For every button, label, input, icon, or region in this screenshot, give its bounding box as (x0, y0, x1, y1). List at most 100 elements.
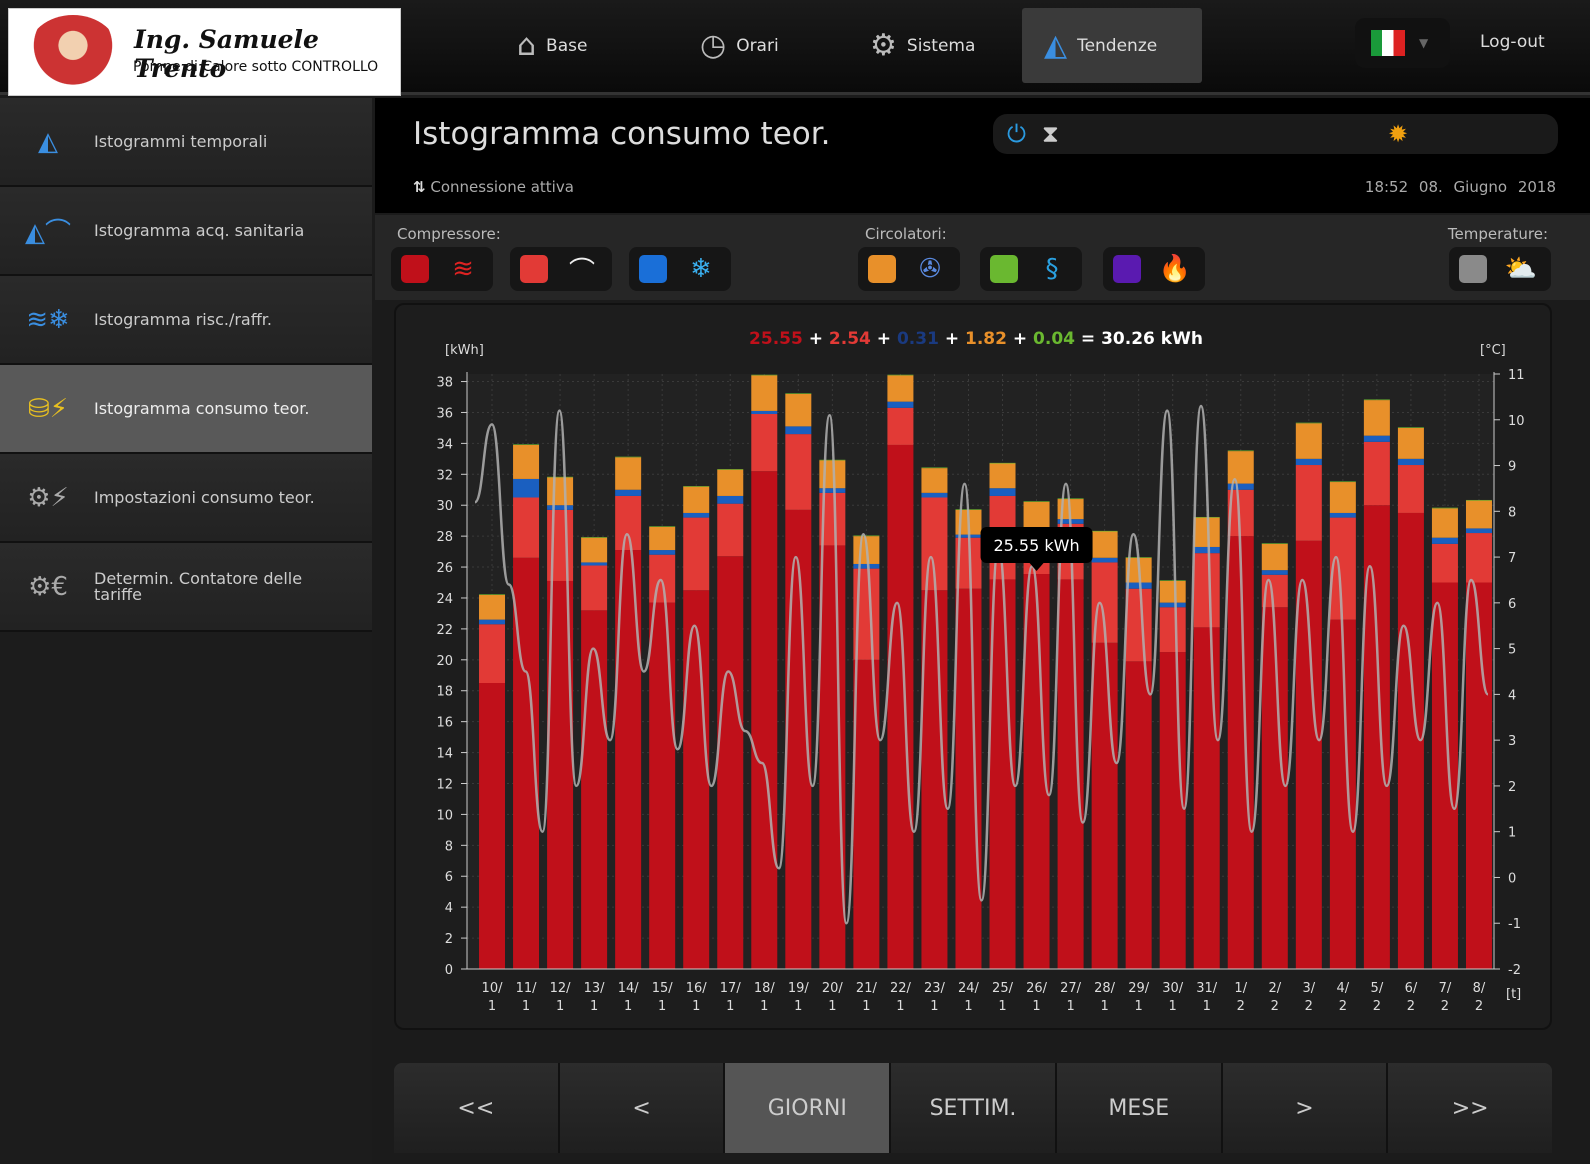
x-tick-label-month: 2 (1475, 999, 1483, 1014)
bar-2-21/1 (853, 563, 880, 569)
x-tick-label-month: 2 (1305, 999, 1313, 1014)
days-button[interactable]: GIORNI (725, 1063, 892, 1153)
x-tick-label-month: 1 (794, 999, 802, 1014)
legend-toggle-circ1[interactable]: ✇ (858, 247, 960, 291)
bar-3-6/2 (1397, 427, 1424, 459)
bar-0-7/2 (1431, 582, 1458, 969)
legend-toggle-circ3[interactable]: 🔥 (1103, 247, 1205, 291)
tap-water-icon: ⌒ (568, 256, 595, 287)
x-tick-label-month: 2 (1407, 999, 1415, 1014)
sidebar-item-acq-sanitaria[interactable]: ◭⌒ Istogramma acq. sanitaria (0, 187, 372, 276)
logout-button[interactable]: Log-out (1480, 32, 1545, 52)
bar-0-18/1 (751, 471, 778, 969)
x-tick-label-month: 1 (488, 999, 496, 1014)
x-tick-label-month: 1 (1135, 999, 1143, 1014)
sidebar-item-impostazioni[interactable]: ⚙⚡ Impostazioni consumo teor. (0, 454, 372, 543)
prev-button[interactable]: < (559, 1063, 726, 1153)
y-tick-label: 32 (436, 468, 453, 483)
x-tick-label-month: 1 (896, 999, 904, 1014)
x-tick-label-day: 28/ (1094, 981, 1116, 996)
bar-2-22/1 (887, 401, 914, 408)
x-tick-label-month: 1 (726, 999, 734, 1014)
gear-icon: ⚙ (870, 28, 897, 63)
italy-flag-icon (1371, 30, 1405, 56)
y-tick-label: 36 (436, 406, 453, 421)
compressor-label: Compressore: (397, 225, 501, 243)
bar-1-14/1 (615, 495, 642, 551)
bar-1-30/1 (1159, 607, 1186, 653)
next-button[interactable]: > (1222, 1063, 1389, 1153)
summary-value: 0.04 (1033, 329, 1075, 349)
legend-toggle-temperature[interactable]: ⛅ (1449, 247, 1551, 291)
y-tick-label: 16 (436, 716, 453, 731)
month-button[interactable]: MESE (1056, 1063, 1223, 1153)
bar-2-15/1 (649, 550, 676, 555)
sidebar-item-istogrammi-temporali[interactable]: ◭ Istogrammi temporali (0, 98, 372, 187)
language-select[interactable]: ▼ (1355, 18, 1450, 68)
sidebar-item-contatore-tariffe[interactable]: ⚙€ Determin. Contatore delle tariffe (0, 543, 372, 632)
x-tick-label-day: 2/ (1268, 981, 1281, 996)
legend-toggle-heating[interactable]: ≋ (391, 247, 493, 291)
heating-waves-icon: ≋ (452, 254, 474, 284)
x-tick-label-month: 1 (522, 999, 530, 1014)
bar-4-14/1 (615, 456, 642, 458)
y2-tick-label: 0 (1508, 871, 1516, 886)
brand-logo: Ing. Samuele Trento Pompe di Calore sott… (8, 8, 401, 96)
sidebar-item-label: Istogramma acq. sanitaria (94, 221, 305, 240)
x-tick-label-month: 1 (760, 999, 768, 1014)
bar-2-17/1 (717, 495, 744, 504)
legend-toggle-circ2[interactable]: § (980, 247, 1082, 291)
nav-sistema[interactable]: ⚙ Sistema (848, 8, 997, 83)
bar-3-15/1 (649, 526, 676, 551)
legend-toggle-cooling[interactable]: ❄ (629, 247, 731, 291)
nav-base[interactable]: ⌂ Base (495, 8, 609, 83)
bar-2-11/1 (513, 478, 540, 498)
top-navbar: Ing. Samuele Trento Pompe di Calore sott… (0, 0, 1590, 96)
connection-text: Connessione attiva (430, 178, 574, 196)
bar-3-7/2 (1431, 508, 1458, 538)
first-button[interactable]: << (394, 1063, 560, 1153)
bar-3-19/1 (785, 393, 812, 427)
time: 18:52 (1364, 178, 1409, 196)
x-tick-label-month: 2 (1441, 999, 1449, 1014)
power-icon: ⏻ (1007, 120, 1026, 148)
tooltip-text: 25.55 kWh (993, 536, 1079, 555)
bar-0-2/2 (1261, 607, 1288, 969)
y-tick-label: 12 (436, 777, 453, 792)
bar-2-28/1 (1091, 557, 1118, 563)
legend-toggle-dhw[interactable]: ⌒ (510, 247, 612, 291)
x-tick-label-month: 1 (828, 999, 836, 1014)
x-tick-label-month: 1 (556, 999, 564, 1014)
coins-energy-icon: ⛁⚡ (27, 393, 69, 424)
bar-4-15/1 (649, 526, 676, 527)
last-button[interactable]: >> (1388, 1063, 1552, 1153)
consumption-chart: 02468101214161820222426283032343638-2-10… (436, 329, 1524, 1014)
bar-0-30/1 (1159, 652, 1186, 969)
bar-3-30/1 (1159, 580, 1186, 603)
nav-tendenze[interactable]: ◭ Tendenze (1022, 8, 1202, 83)
bar-1-3/2 (1295, 465, 1322, 541)
y-tick-label: 34 (436, 437, 453, 452)
chart-panel: 0 2 4 6 8 10 12 14 16 18 20 22 24 26 28 30 32 34 36 38 -2 -1 0… (394, 303, 1552, 1030)
status-bar: ⏻ ⧗ ✹ (993, 114, 1558, 154)
page-header: Istogramma consumo teor. ⏻ ⧗ ✹ ⇅ Conness… (375, 98, 1590, 213)
nav-label: Base (546, 35, 588, 56)
bar-1-7/2 (1431, 543, 1458, 583)
bar-4-7/2 (1431, 507, 1458, 509)
bar-1-31/1 (1193, 553, 1220, 628)
bar-3-18/1 (751, 375, 778, 411)
sidebar-item-consumo-teor[interactable]: ⛁⚡ Istogramma consumo teor. (0, 365, 372, 454)
y2-tick-label: 3 (1508, 734, 1516, 749)
x-tick-label-month: 2 (1373, 999, 1381, 1014)
sidebar-item-risc-raffr[interactable]: ≋❄ Istogramma risc./raffr. (0, 276, 372, 365)
bar-4-27/1 (1057, 498, 1084, 500)
bar-0-27/1 (1057, 579, 1084, 969)
weeks-button[interactable]: SETTIM. (891, 1063, 1057, 1153)
y-tick-label: 10 (436, 808, 453, 823)
x-tick-label-day: 12/ (550, 981, 572, 996)
y2-tick-label: 7 (1508, 551, 1516, 566)
bar-0-13/1 (581, 610, 608, 969)
y-tick-label: 8 (445, 839, 453, 854)
bar-1-19/1 (785, 434, 812, 510)
nav-orari[interactable]: ◷ Orari (678, 8, 801, 83)
